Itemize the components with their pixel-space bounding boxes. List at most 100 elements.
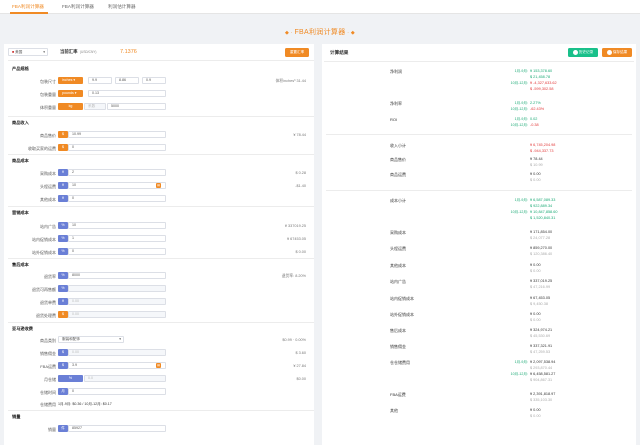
result-value: $ 904,867.31 <box>530 378 553 382</box>
result-label: 净利率 <box>390 101 402 106</box>
result-label: 头程运费 <box>390 246 406 251</box>
weight-unit-select[interactable]: pounds ▾ <box>58 90 83 97</box>
input-panel: ■ 美国 ▾ 当前汇率 (USD/CNY) 7.1376 重置汇率 产品规格 包… <box>4 44 314 445</box>
result-value: 2.27% <box>530 101 541 105</box>
result-label: FBA运费 <box>390 392 406 397</box>
promo-cny: ¥ 67453.05 <box>286 237 306 241</box>
referral-usd: $ 3.60 <box>295 351 306 355</box>
width-input[interactable]: 8.86 <box>115 77 139 84</box>
referral-tag: $ <box>58 349 68 356</box>
result-label: 销售佣金 <box>390 344 406 349</box>
result-value: ¥ 859,270.00 <box>530 246 553 250</box>
section-amazon-fees: 亚马逊收费 <box>12 326 33 331</box>
result-period: 1月-9月: <box>514 101 528 105</box>
length-input[interactable]: 9.9 <box>88 77 112 84</box>
referral-label: 销售佣金 <box>40 351 56 356</box>
fba-fee-tag: $ <box>58 362 68 369</box>
offsite-input[interactable]: 0 <box>68 248 166 255</box>
country-select[interactable]: ■ 美国 ▾ <box>8 48 48 56</box>
result-value: ¥ 324,974.21 <box>530 328 553 332</box>
result-title: 计算结果 <box>330 50 349 55</box>
result-value: $ 9,450.38 <box>530 302 548 306</box>
ad-label: 站内广告 <box>40 224 56 229</box>
return-input[interactable]: 8000 <box>68 272 166 279</box>
headship-usd: -$1.40 <box>295 184 306 188</box>
result-value: $ 0.00 <box>530 318 541 322</box>
storage-time-input[interactable]: 0 <box>68 388 166 395</box>
history-button[interactable]: 历史记录 <box>568 48 598 57</box>
storage-label: 月仓储 <box>44 377 56 382</box>
price-label: 商品售价 <box>40 133 56 138</box>
result-value: $ 922,889.34 <box>530 204 553 208</box>
save-result-button[interactable]: 保存结果 <box>602 48 632 57</box>
price-input[interactable]: 10.99 <box>68 131 166 138</box>
result-period: 1月-9月: <box>514 69 528 73</box>
hero-banner: ◆ · FBA利润计算器 · ◆ <box>284 29 355 36</box>
resell-input[interactable] <box>68 285 166 292</box>
headship-label: 头程运费 <box>40 184 56 189</box>
result-value: $ 10.99 <box>530 163 543 167</box>
return-fee-input[interactable]: 0.00 <box>68 298 166 305</box>
tab-profit-estimator[interactable]: 利润估计算器 <box>108 4 136 10</box>
result-value: $ 120,386.40 <box>530 252 553 256</box>
tab-fba-calculator[interactable]: FBA利润计算器 <box>12 4 44 10</box>
result-label: 商品售价 <box>390 157 406 162</box>
fba-fee-input[interactable]: 3.9 <box>68 362 166 369</box>
storage-fee-text: 1月-9月: $0.36 / 10月-12月: $0.17 <box>58 402 112 406</box>
ad-tag: % <box>58 222 68 229</box>
weight-input[interactable]: 0.13 <box>88 90 166 97</box>
result-value: 0.02 <box>530 117 538 121</box>
storage-input[interactable]: 0.0 <box>84 375 166 382</box>
fba-calc-icon[interactable]: ▤ <box>156 363 161 368</box>
fba-fee-cny: ¥ 27.84 <box>293 364 306 368</box>
size-unit-select[interactable]: inches ▾ <box>58 77 83 84</box>
qty-tag: 件 <box>58 425 68 432</box>
return-handle-tag: $ <box>58 311 68 318</box>
category-select[interactable]: 服装和配饰 ▾ <box>58 336 124 343</box>
result-value: ¥ 6,745,204.98 <box>530 143 556 147</box>
promo-tag: % <box>58 235 68 242</box>
storage-time-tag: 月 <box>58 388 68 395</box>
return-tag: % <box>58 272 68 279</box>
calc-icon[interactable]: ▤ <box>156 183 161 188</box>
purchase-input[interactable]: 2 <box>68 169 166 176</box>
ad-cny: ¥ 337019.25 <box>284 224 306 228</box>
result-label: 商品运费 <box>390 172 406 177</box>
section-product-specs: 产品规格 <box>12 66 29 71</box>
return-handle-input[interactable]: 0.00 <box>68 311 166 318</box>
result-period: 10月-12月: <box>510 210 528 214</box>
other-cost-label: 其他成本 <box>40 197 56 202</box>
result-value: ¥ 78.44 <box>530 157 543 161</box>
result-value: $ 293,870.44 <box>530 366 553 370</box>
ship-label: 收取买家的运费 <box>28 146 56 151</box>
promo-input[interactable]: 1 <box>68 235 166 242</box>
qty-label: 销量 <box>48 427 56 432</box>
tab-bar: FBA利润计算器 FBA利润计算器 利润估计算器 <box>0 0 640 14</box>
divisor-input[interactable]: 5000 <box>107 103 166 110</box>
qty-input[interactable]: 85927 <box>68 425 166 432</box>
result-value: ¥ 10,847,858.60 <box>530 210 558 214</box>
ship-input[interactable]: 0 <box>68 144 166 151</box>
headship-tag: ¥ <box>58 182 68 189</box>
exchange-rate-value: 7.1376 <box>120 48 137 55</box>
tab-fba-calculator-2[interactable]: FBA利润计算器 <box>62 4 94 10</box>
result-label: 成本小计 <box>390 198 406 203</box>
volume-readout: 体积inches³ 31.44 <box>275 79 306 83</box>
result-value: ¥ 171,854.00 <box>530 230 553 234</box>
result-label: 其他 <box>390 408 398 413</box>
result-value: ¥ 6,587,089.33 <box>530 198 556 202</box>
height-input[interactable]: 0.9 <box>142 77 166 84</box>
result-label: 其他成本 <box>390 263 406 268</box>
result-label: ROI <box>390 117 398 122</box>
referral-input[interactable]: 0.00 <box>68 349 166 356</box>
reset-rate-button[interactable]: 重置汇率 <box>285 48 309 57</box>
storage-tag: % <box>58 375 83 382</box>
purchase-label: 采购成本 <box>40 171 56 176</box>
ad-input[interactable]: 10 <box>68 222 166 229</box>
other-cost-input[interactable]: 0 <box>68 195 166 202</box>
result-value: $ -599,302.58 <box>530 87 554 91</box>
headship-input[interactable]: 10 <box>68 182 166 189</box>
result-label: 售后成本 <box>390 328 406 333</box>
section-marketing: 营销成本 <box>12 210 29 215</box>
result-label: 站内广告 <box>390 279 406 284</box>
